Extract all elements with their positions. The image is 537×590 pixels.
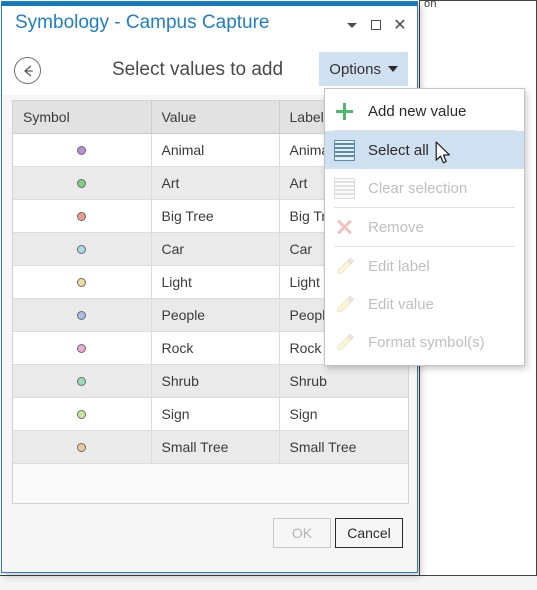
clear-selection-icon: [334, 177, 355, 199]
cell-symbol[interactable]: [13, 430, 152, 464]
symbol-marker-icon: [77, 179, 87, 189]
menu-item-add-new-value[interactable]: Add new value: [325, 92, 524, 130]
menu-item-edit-label: Edit label: [325, 247, 524, 285]
table-row[interactable]: Small Tree Small Tree: [13, 430, 408, 464]
dialog-title: Symbology - Campus Capture: [15, 12, 270, 33]
symbol-marker-icon: [77, 344, 87, 354]
menu-item-label: Edit label: [368, 257, 430, 275]
cell-symbol[interactable]: [13, 199, 152, 233]
cell-symbol[interactable]: [13, 232, 152, 266]
table-row[interactable]: Sign Sign: [13, 397, 408, 431]
cell-value[interactable]: Shrub: [151, 364, 280, 398]
background-status-bar: [0, 575, 537, 590]
cell-symbol[interactable]: [13, 364, 152, 398]
menu-item-label: Remove: [368, 218, 424, 236]
plus-icon: [334, 101, 355, 122]
maximize-restore-button[interactable]: [365, 14, 387, 36]
menu-item-remove: Remove: [325, 208, 524, 246]
dialog-title-bar[interactable]: Symbology - Campus Capture ✕: [2, 6, 417, 47]
menu-item-select-all[interactable]: Select all: [325, 131, 524, 169]
symbol-marker-icon: [77, 410, 87, 420]
screen: on Symbology - Campus Capture ✕ Select v…: [0, 0, 537, 590]
menu-item-label: Select all: [368, 141, 429, 159]
cell-value[interactable]: Animal: [151, 133, 280, 167]
symbol-marker-icon: [77, 443, 87, 453]
cell-value[interactable]: Small Tree: [151, 430, 280, 464]
pencil-icon: [334, 294, 355, 315]
remove-x-icon: [334, 217, 355, 238]
menu-item-clear-selection: Clear selection: [325, 169, 524, 207]
options-button[interactable]: Options: [319, 52, 408, 86]
pencil-icon: [334, 332, 355, 353]
symbol-marker-icon: [77, 245, 87, 255]
caret-down-icon: [347, 22, 357, 28]
menu-item-edit-value: Edit value: [325, 285, 524, 323]
pencil-icon: [334, 256, 355, 277]
cell-symbol[interactable]: [13, 331, 152, 365]
options-button-label: Options: [329, 60, 381, 78]
cell-label[interactable]: Sign: [279, 397, 408, 431]
minimize-dropdown-button[interactable]: [341, 14, 363, 36]
background-tab-label: on: [424, 0, 437, 10]
select-all-icon: [334, 139, 355, 161]
cell-label[interactable]: Shrub: [279, 364, 408, 398]
menu-item-label: Edit value: [368, 295, 434, 313]
symbol-marker-icon: [77, 278, 87, 288]
window-controls: ✕: [341, 14, 411, 36]
menu-item-format-symbol-s: Format symbol(s): [325, 323, 524, 361]
dialog-footer: OK Cancel: [2, 504, 417, 572]
cell-symbol[interactable]: [13, 166, 152, 200]
cell-label[interactable]: Small Tree: [279, 430, 408, 464]
cell-value[interactable]: Sign: [151, 397, 280, 431]
cell-symbol[interactable]: [13, 265, 152, 299]
cell-value[interactable]: Big Tree: [151, 199, 280, 233]
options-dropdown-menu: Add new value Select all Clear selection Re…: [324, 88, 525, 366]
cell-symbol[interactable]: [13, 133, 152, 167]
menu-item-label: Clear selection: [368, 179, 468, 197]
cell-symbol[interactable]: [13, 298, 152, 332]
menu-item-label: Add new value: [368, 102, 467, 120]
cell-value[interactable]: Rock: [151, 331, 280, 365]
cell-value[interactable]: Car: [151, 232, 280, 266]
cancel-button[interactable]: Cancel: [335, 518, 403, 548]
symbol-marker-icon: [77, 146, 87, 156]
column-header-symbol[interactable]: Symbol: [13, 101, 152, 134]
symbol-marker-icon: [77, 311, 87, 321]
symbol-marker-icon: [77, 377, 87, 387]
cell-value[interactable]: Art: [151, 166, 280, 200]
menu-item-label: Format symbol(s): [368, 333, 485, 351]
chevron-down-icon: [388, 66, 398, 72]
cell-symbol[interactable]: [13, 397, 152, 431]
restore-square-icon: [371, 20, 381, 30]
close-button[interactable]: ✕: [389, 14, 411, 36]
cell-value[interactable]: People: [151, 298, 280, 332]
symbol-marker-icon: [77, 212, 87, 222]
table-row[interactable]: Shrub Shrub: [13, 364, 408, 398]
column-header-value[interactable]: Value: [151, 101, 280, 134]
cell-value[interactable]: Light: [151, 265, 280, 299]
close-icon: ✕: [393, 17, 407, 34]
ok-button[interactable]: OK: [273, 518, 331, 548]
